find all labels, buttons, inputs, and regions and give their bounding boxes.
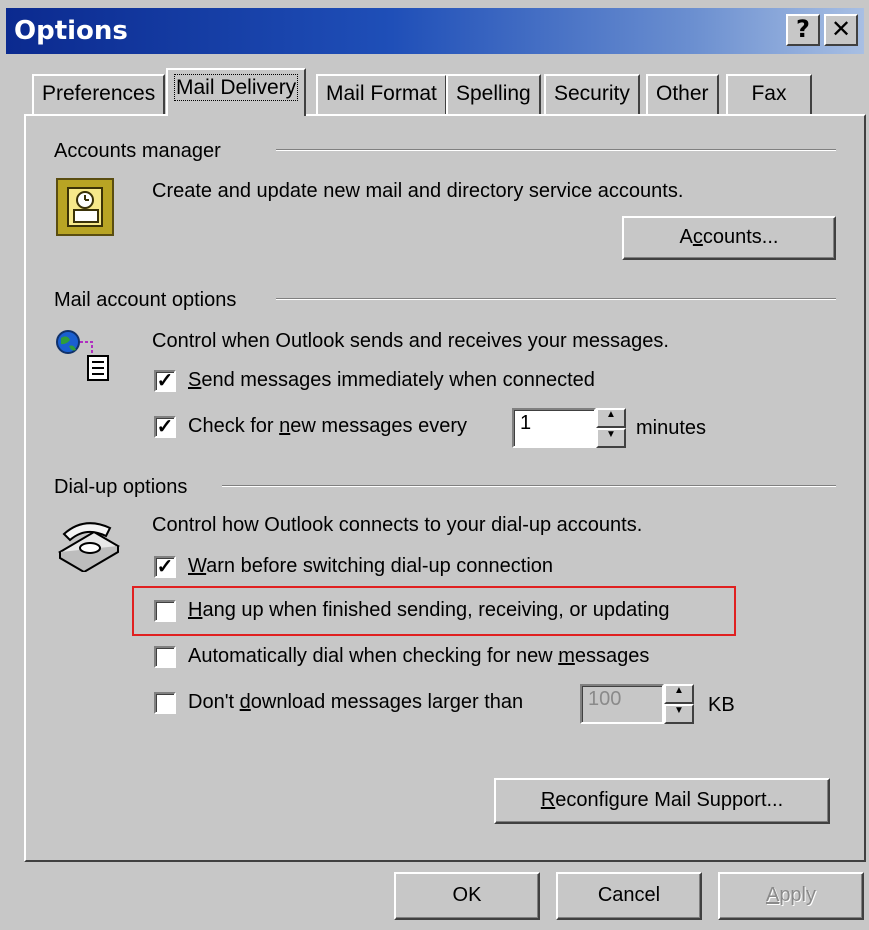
- tab-security[interactable]: Security: [544, 74, 640, 114]
- size-limit-spinner[interactable]: ▲ ▼: [664, 684, 694, 724]
- tab-label: Security: [554, 82, 630, 105]
- window-title: Options: [14, 16, 128, 46]
- spin-up-icon[interactable]: ▲: [596, 408, 626, 428]
- tab-label: Preferences: [42, 82, 156, 105]
- autodial-key: m: [558, 645, 575, 667]
- reconfigure-button[interactable]: Reconfigure Mail Support...: [494, 778, 830, 824]
- autodial-label[interactable]: Automatically dial when checking for new…: [188, 645, 649, 668]
- apply-rest: pply: [779, 884, 817, 906]
- checkmark-icon: ✓: [156, 556, 174, 578]
- no-download-checkbox[interactable]: [154, 692, 176, 714]
- accounts-label-pre: A: [679, 226, 693, 248]
- telephone-icon: [54, 512, 124, 574]
- accounts-section-title: Accounts manager: [54, 140, 221, 162]
- section-divider: [276, 149, 836, 151]
- size-limit-unit: KB: [708, 694, 735, 716]
- close-button[interactable]: ✕: [824, 14, 858, 46]
- tab-label: Mail Format: [326, 82, 437, 105]
- tab-other[interactable]: Other: [646, 74, 719, 114]
- cancel-button[interactable]: Cancel: [556, 872, 702, 920]
- send-receive-icon: [52, 326, 122, 396]
- spin-up-icon[interactable]: ▲: [664, 684, 694, 704]
- tab-label: Other: [656, 82, 709, 105]
- apply-button[interactable]: Apply: [718, 872, 864, 920]
- send-immediately-label[interactable]: Send messages immediately when connected: [188, 369, 595, 392]
- reconfigure-key: R: [540, 789, 556, 811]
- dialup-description: Control how Outlook connects to your dia…: [152, 514, 643, 536]
- tab-spelling[interactable]: Spelling: [446, 74, 541, 114]
- minutes-unit: minutes: [636, 417, 707, 439]
- section-divider: [276, 298, 836, 300]
- minutes-spinner[interactable]: ▲ ▼: [596, 408, 626, 448]
- hangup-checkbox[interactable]: [154, 600, 176, 622]
- dialup-section-title: Dial-up options: [54, 476, 188, 498]
- send-immediately-rest: end messages immediately when connected: [201, 369, 595, 391]
- warn-label[interactable]: Warn before switching dial-up connection: [188, 555, 553, 578]
- help-button[interactable]: ?: [786, 14, 820, 46]
- no-download-label[interactable]: Don't download messages larger than: [188, 691, 523, 714]
- check-new-label[interactable]: Check for new messages every: [188, 415, 467, 438]
- check-new-checkbox[interactable]: ✓: [154, 416, 176, 438]
- tab-label: Fax: [751, 82, 787, 105]
- autodial-pre: Automatically dial when checking for new: [188, 645, 559, 667]
- accounts-button[interactable]: Accounts...: [622, 216, 836, 260]
- spin-down-icon[interactable]: ▼: [664, 704, 694, 724]
- accounts-label-key: c: [692, 226, 703, 248]
- tab-mail-delivery[interactable]: Mail Delivery: [166, 68, 307, 116]
- accounts-icon: [56, 178, 114, 236]
- check-new-pre: Check for: [188, 415, 280, 437]
- send-immediately-key: S: [188, 369, 202, 391]
- title-bar[interactable]: Options ? ✕: [6, 8, 864, 54]
- size-limit-input[interactable]: 100: [580, 684, 664, 724]
- tab-fax[interactable]: Fax: [726, 74, 812, 114]
- warn-key: W: [188, 555, 207, 577]
- checkmark-icon: ✓: [156, 416, 174, 438]
- send-immediately-checkbox[interactable]: ✓: [154, 370, 176, 392]
- apply-key: A: [765, 884, 780, 906]
- mail-options-description: Control when Outlook sends and receives …: [152, 330, 669, 352]
- hangup-label[interactable]: Hang up when finished sending, receiving…: [188, 599, 669, 622]
- checkmark-icon: ✓: [156, 370, 174, 392]
- tab-preferences[interactable]: Preferences: [32, 74, 166, 114]
- tab-mail-format[interactable]: Mail Format: [316, 74, 447, 114]
- autodial-checkbox[interactable]: [154, 646, 176, 668]
- minutes-input[interactable]: 1: [512, 408, 596, 448]
- hangup-rest: ang up when finished sending, receiving,…: [202, 599, 670, 621]
- section-divider: [222, 485, 836, 487]
- mail-options-section-title: Mail account options: [54, 289, 237, 311]
- spin-down-icon[interactable]: ▼: [596, 428, 626, 448]
- check-new-rest: ew messages every: [290, 415, 468, 437]
- tab-label: Mail Delivery: [173, 74, 299, 101]
- no-download-rest: ownload messages larger than: [250, 691, 524, 713]
- reconfigure-rest: econfigure Mail Support...: [555, 789, 784, 811]
- warn-checkbox[interactable]: ✓: [154, 556, 176, 578]
- no-download-key: d: [239, 691, 251, 713]
- autodial-rest: essages: [574, 645, 650, 667]
- hangup-key: H: [188, 599, 203, 621]
- no-download-pre: Don't: [188, 691, 240, 713]
- accounts-description: Create and update new mail and directory…: [152, 180, 684, 202]
- accounts-label-post: counts...: [702, 226, 779, 248]
- warn-rest: arn before switching dial-up connection: [206, 555, 554, 577]
- check-new-key: n: [279, 415, 291, 437]
- ok-button[interactable]: OK: [394, 872, 540, 920]
- tab-label: Spelling: [456, 82, 531, 105]
